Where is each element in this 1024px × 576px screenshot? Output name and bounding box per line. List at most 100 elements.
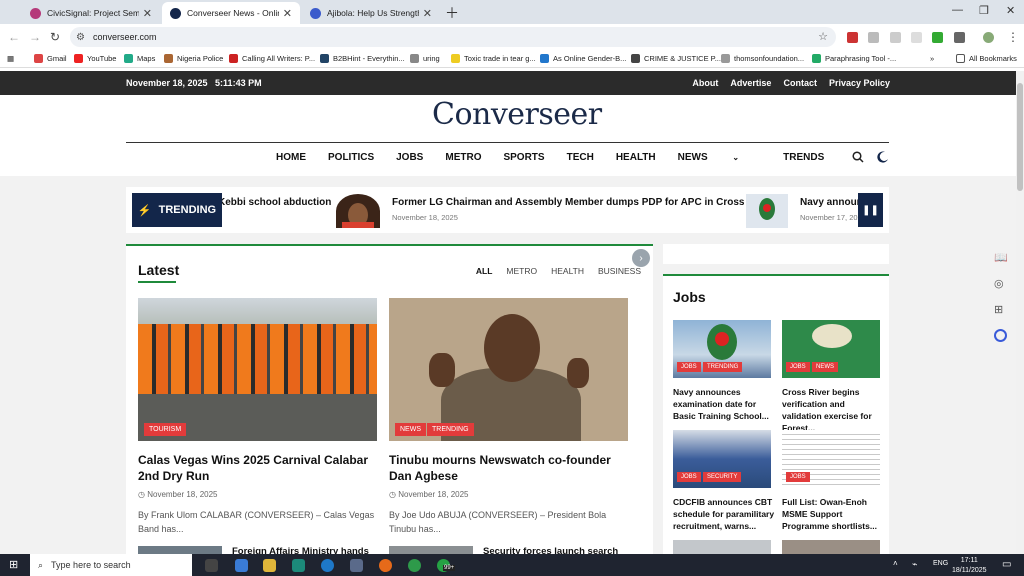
back-icon[interactable]: ←	[8, 30, 20, 44]
network-icon[interactable]: ⌁	[912, 559, 917, 570]
filter-metro[interactable]: METRO	[506, 266, 537, 276]
windows-start-icon[interactable]: ⊞	[9, 558, 18, 571]
nav-metro[interactable]: METRO	[445, 152, 481, 163]
extension-icon[interactable]	[911, 32, 922, 43]
taskbar-search[interactable]: ⌕ Type here to search	[30, 554, 192, 576]
extensions-puzzle-icon[interactable]	[954, 32, 965, 43]
nav-health[interactable]: HEALTH	[616, 152, 656, 163]
job-image-navy[interactable]: JOBS TRENDING	[673, 320, 771, 378]
tab-converseer[interactable]: Converseer News - Online News ✕	[162, 2, 300, 24]
pause-ticker-button[interactable]: ❚❚	[858, 193, 883, 227]
tray-overflow-icon[interactable]: ˄	[893, 559, 898, 568]
tab-civicsignal[interactable]: CivicSignal: Project Sembra: Pro ✕	[22, 2, 160, 24]
bookmark-uring[interactable]: uring	[410, 54, 440, 63]
grid-icon[interactable]: ⊞	[994, 303, 1003, 316]
reload-icon[interactable]: ↻	[50, 30, 60, 44]
edge-icon[interactable]	[321, 559, 334, 572]
menu-kebab-icon[interactable]: ⋮	[1007, 30, 1019, 44]
site-logo[interactable]: Converseer	[432, 97, 602, 132]
taskbar-clock[interactable]: 17:11 18/11/2025	[952, 556, 987, 576]
job-title[interactable]: Cross River begins verification and vali…	[782, 386, 886, 434]
bookmark-gmail[interactable]: Gmail	[34, 54, 67, 63]
extension-icon[interactable]	[847, 32, 858, 43]
job-title[interactable]: Full List: Owan-Enoh MSME Support Progra…	[782, 496, 886, 532]
bookmark-calling-writers[interactable]: Calling All Writers: P...	[229, 54, 315, 63]
close-tab-icon[interactable]: ✕	[423, 7, 432, 20]
job-title[interactable]: Navy announces examination date for Basi…	[673, 386, 777, 422]
job-thumbnail[interactable]	[673, 540, 771, 554]
nav-trends[interactable]: TRENDS	[783, 152, 824, 163]
nav-news[interactable]: NEWS ⌄	[678, 152, 761, 163]
extension-icon[interactable]	[932, 32, 943, 43]
badge-jobs[interactable]: JOBS	[677, 472, 701, 482]
address-bar[interactable]: ⚙ converseer.com ☆	[70, 27, 836, 47]
job-image-cdcfib[interactable]: JOBS SECURITY	[673, 430, 771, 488]
badge-news[interactable]: NEWS	[395, 423, 426, 436]
trending-thumbnail[interactable]	[746, 194, 788, 228]
job-image-msme-list[interactable]: JOBS	[782, 430, 880, 488]
new-tab-button[interactable]: ＋	[445, 3, 459, 23]
trending-item[interactable]: Kebbi school abduction	[218, 197, 331, 208]
bookmark-toxic-trade[interactable]: Toxic trade in tear g...	[451, 54, 536, 63]
task-view-icon[interactable]	[205, 559, 218, 572]
filter-all[interactable]: ALL	[476, 266, 493, 276]
tab-ajibola[interactable]: Ajibola: Help Us Strengthen Afr ✕	[302, 2, 440, 24]
minimize-icon[interactable]: —	[952, 4, 963, 16]
apps-grid-icon[interactable]: ▦	[7, 54, 14, 63]
privacy-policy-link[interactable]: Privacy Policy	[829, 78, 890, 88]
article-title[interactable]: Tinubu mourns Newswatch co-founder Dan A…	[389, 452, 629, 484]
job-thumbnail[interactable]	[782, 540, 880, 554]
extension-icon[interactable]	[868, 32, 879, 43]
article-image-dan-agbese[interactable]: NEWS TRENDING	[389, 298, 628, 441]
filter-health[interactable]: HEALTH	[551, 266, 584, 276]
badge-security[interactable]: SECURITY	[703, 472, 742, 482]
all-bookmarks[interactable]: All Bookmarks	[956, 54, 1017, 63]
restore-icon[interactable]: ❐	[979, 4, 989, 17]
badge-jobs[interactable]: JOBS	[786, 362, 810, 372]
file-explorer-icon[interactable]	[263, 559, 276, 572]
nav-tech[interactable]: TECH	[567, 152, 594, 163]
article-title[interactable]: Calas Vegas Wins 2025 Carnival Calabar 2…	[138, 452, 378, 484]
pycharm-icon[interactable]	[292, 559, 305, 572]
store-icon[interactable]	[350, 559, 363, 572]
notifications-icon[interactable]: ▭	[1002, 559, 1011, 570]
dark-mode-moon-icon[interactable]	[877, 151, 889, 163]
bookmark-paraphrasing[interactable]: Paraphrasing Tool -...	[812, 54, 896, 63]
close-window-icon[interactable]: ✕	[1006, 4, 1015, 17]
nav-sports[interactable]: SPORTS	[503, 152, 544, 163]
job-title[interactable]: CDCFIB announces CBT schedule for parami…	[673, 496, 777, 532]
about-link[interactable]: About	[692, 78, 718, 88]
nav-home[interactable]: HOME	[276, 152, 306, 163]
copilot-icon[interactable]	[235, 559, 248, 572]
accessibility-icon[interactable]: ◎	[994, 277, 1004, 290]
close-tab-icon[interactable]: ✕	[143, 7, 152, 20]
badge-jobs[interactable]: JOBS	[677, 362, 701, 372]
language-indicator[interactable]: ENG	[933, 560, 948, 567]
page-scrollbar[interactable]	[1016, 71, 1024, 554]
site-info-icon[interactable]: ⚙	[76, 32, 85, 43]
badge-jobs[interactable]: JOBS	[786, 472, 810, 482]
badge-trending[interactable]: TRENDING	[427, 423, 474, 436]
bookmark-b2bhint[interactable]: B2BHint - Everythin...	[320, 54, 405, 63]
reading-mode-icon[interactable]: 📖	[994, 251, 1008, 264]
bookmark-star-icon[interactable]: ☆	[818, 30, 828, 43]
badge-tourism[interactable]: TOURISM	[144, 423, 187, 436]
scrollbar-thumb[interactable]	[1017, 83, 1023, 191]
filter-business[interactable]: BUSINESS	[598, 266, 641, 276]
search-icon[interactable]	[852, 151, 864, 163]
badge-news[interactable]: NEWS	[812, 362, 838, 372]
chrome-icon[interactable]	[408, 559, 421, 572]
advertise-link[interactable]: Advertise	[730, 78, 771, 88]
profile-avatar[interactable]	[983, 32, 994, 43]
next-arrow-button[interactable]: ›	[632, 249, 650, 267]
bookmark-maps[interactable]: Maps	[124, 54, 155, 63]
bookmark-youtube[interactable]: YouTube	[74, 54, 116, 63]
trending-thumbnail[interactable]	[336, 194, 380, 228]
badge-trending[interactable]: TRENDING	[703, 362, 743, 372]
bookmark-gender[interactable]: As Online Gender-B...	[540, 54, 626, 63]
article-image-carnival[interactable]: TOURISM	[138, 298, 377, 441]
more-bookmarks-icon[interactable]: »	[930, 54, 934, 63]
firefox-icon[interactable]	[379, 559, 392, 572]
forward-icon[interactable]: →	[29, 30, 41, 44]
contact-link[interactable]: Contact	[783, 78, 817, 88]
